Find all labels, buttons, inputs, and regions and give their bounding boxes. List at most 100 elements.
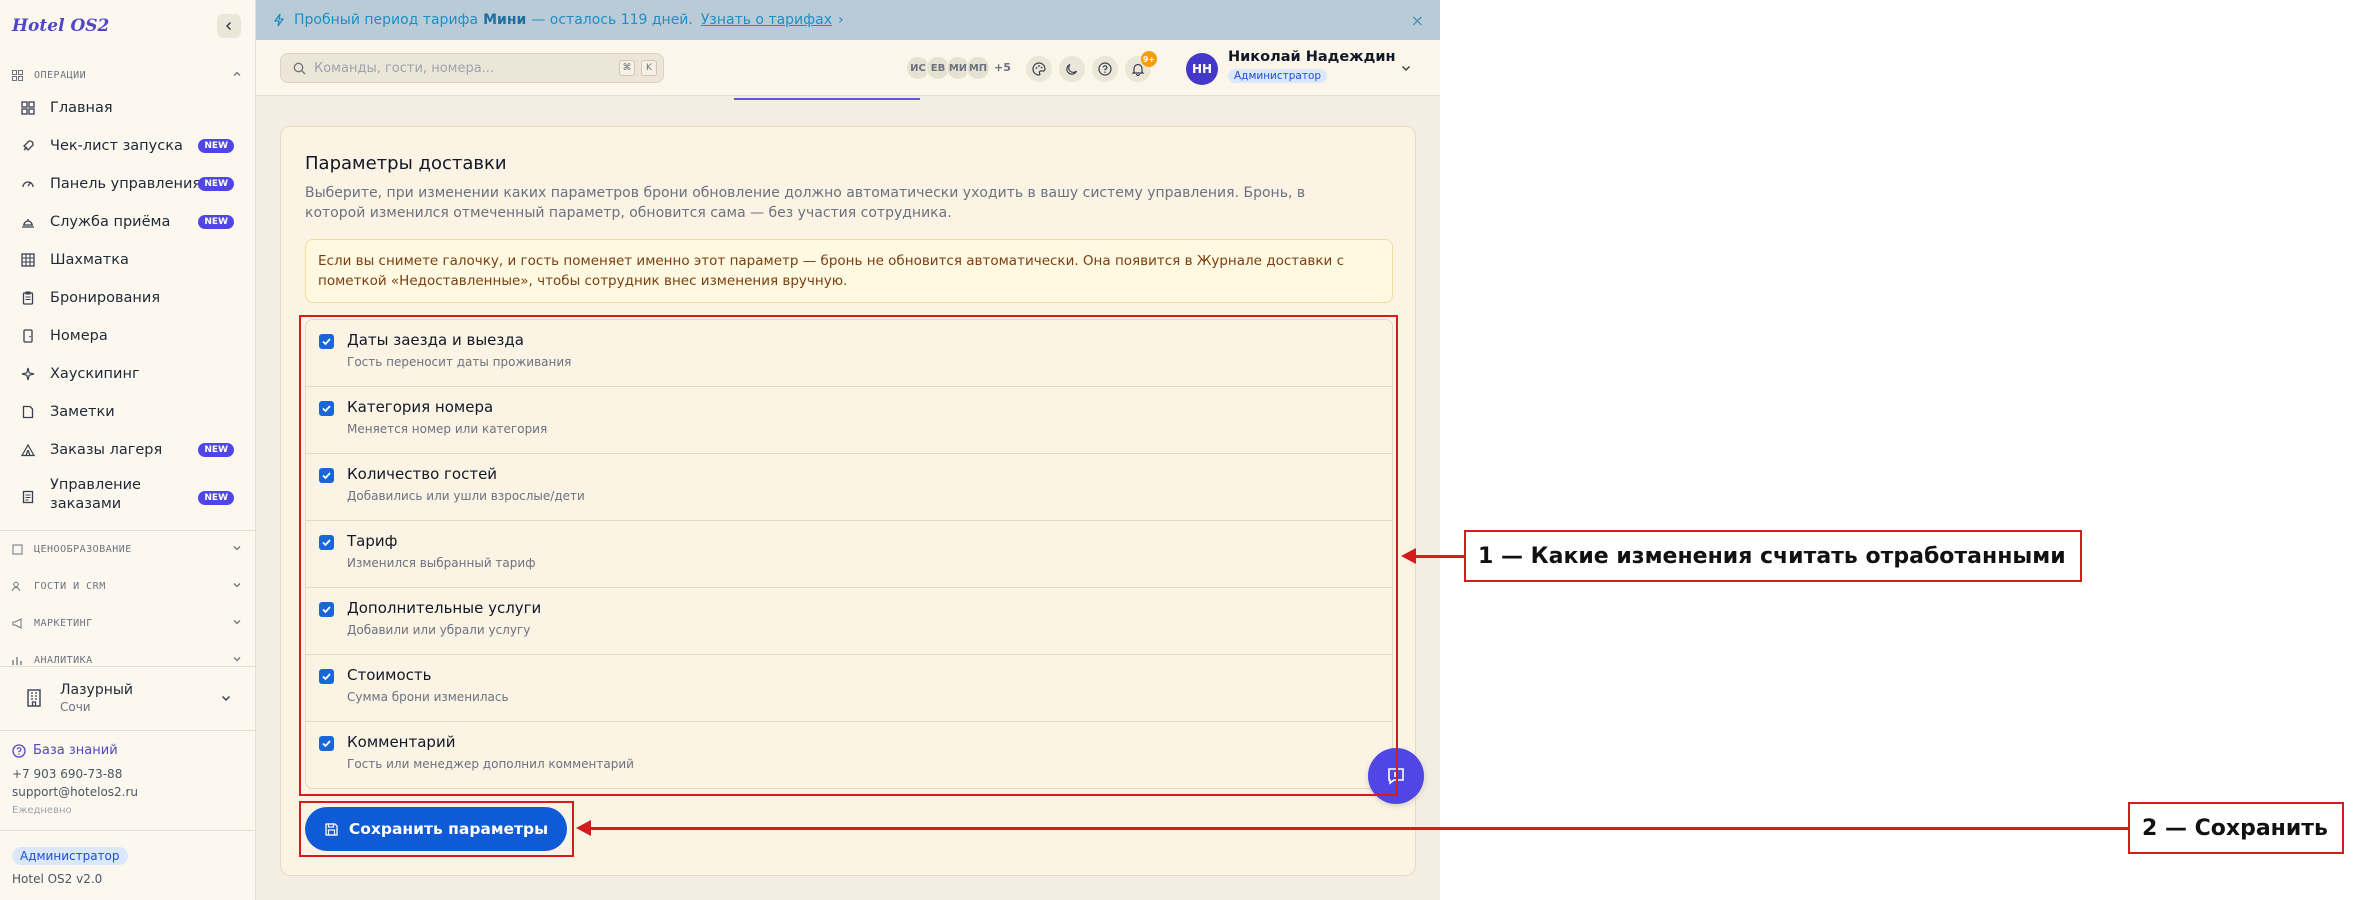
- shortcut-cmd-key: ⌘: [619, 60, 635, 76]
- help-button[interactable]: [1092, 56, 1118, 82]
- new-badge: NEW: [198, 215, 234, 229]
- dark-mode-button[interactable]: [1059, 56, 1085, 82]
- rocket-icon: [20, 138, 36, 154]
- sidebar-item-control-panel[interactable]: Панель управления NEW: [12, 169, 244, 199]
- section-guests-crm[interactable]: ГОСТИ И CRM: [12, 577, 244, 595]
- tariffs-link[interactable]: Узнать о тарифах: [701, 12, 832, 28]
- support-hours: Ежедневно: [12, 805, 72, 816]
- sidebar-item-chessboard[interactable]: Шахматка: [12, 245, 244, 275]
- brand-logo[interactable]: Hotel OS2: [12, 16, 109, 36]
- sidebar-item-notes[interactable]: Заметки: [12, 397, 244, 427]
- banner-plan: Мини: [483, 12, 527, 28]
- sidebar-item-order-management[interactable]: Управление заказами NEW: [12, 476, 244, 522]
- trial-banner: Пробный период тарифа Мини — осталось 11…: [256, 0, 1440, 40]
- section-analytics-clip: АНАЛИТИКА: [0, 648, 256, 666]
- chevron-down-icon[interactable]: [1400, 62, 1412, 74]
- chevron-left-icon: [225, 21, 232, 31]
- banner-suffix: — осталось 119 дней.: [531, 12, 693, 28]
- lightning-icon: [273, 13, 285, 27]
- sidebar-item-label: Главная: [50, 99, 113, 116]
- top-bar: ⌘ K ИС ЕВ МИ МП +5 9+ НН Николай Надежди…: [256, 40, 1440, 96]
- section-label: МАРКЕТИНГ: [34, 617, 93, 629]
- theme-palette-button[interactable]: [1026, 56, 1052, 82]
- tent-icon: [20, 442, 36, 458]
- chevron-down-icon: [233, 620, 241, 625]
- palette-icon: [1032, 62, 1046, 76]
- sidebar-collapse-button[interactable]: [217, 14, 241, 38]
- building-icon: [27, 689, 41, 707]
- sparkle-icon: [20, 366, 36, 382]
- annotation-label-1: 1 — Какие изменения считать отработанным…: [1464, 530, 2082, 582]
- grid-small-icon: [12, 69, 24, 81]
- chart-icon: [12, 654, 24, 666]
- section-analytics[interactable]: АНАЛИТИКА: [12, 651, 244, 666]
- section-marketing[interactable]: МАРКЕТИНГ: [12, 614, 244, 632]
- annotation-line: [1128, 827, 2128, 830]
- divider: [0, 730, 256, 731]
- tag-icon: [12, 543, 24, 555]
- help-circle-icon: [1098, 62, 1112, 76]
- sidebar-item-housekeeping[interactable]: Хаускипинг: [12, 359, 244, 389]
- sidebar-item-label: Номера: [50, 327, 108, 344]
- megaphone-icon: [12, 617, 24, 629]
- search-input[interactable]: [314, 60, 619, 76]
- gauge-icon: [20, 176, 36, 192]
- section-pricing[interactable]: ЦЕНООБРАЗОВАНИЕ: [12, 540, 244, 558]
- divider: [0, 666, 256, 667]
- annotation-label-2: 2 — Сохранить: [2128, 802, 2344, 854]
- sidebar-item-front-desk[interactable]: Служба приёма NEW: [12, 207, 244, 237]
- grid-icon: [20, 252, 36, 268]
- new-badge: NEW: [198, 139, 234, 153]
- chevron-down-icon: [233, 583, 241, 588]
- sidebar-item-label: Заметки: [50, 403, 115, 420]
- user-name[interactable]: Николай Надеждин: [1228, 49, 1396, 65]
- sidebar: Hotel OS2 ОПЕРАЦИИ Главная Чек-лист запу…: [0, 0, 256, 900]
- command-search[interactable]: ⌘ K: [280, 53, 664, 83]
- clipboard-icon: [20, 290, 36, 306]
- sidebar-item-label: Шахматка: [50, 251, 129, 268]
- section-operations[interactable]: ОПЕРАЦИИ: [12, 66, 244, 84]
- chevron-down-icon: [233, 546, 241, 551]
- avatar[interactable]: МП: [966, 56, 990, 80]
- chevron-down-icon: [221, 695, 231, 702]
- new-badge: NEW: [198, 491, 234, 505]
- support-phone[interactable]: +7 903 690-73-88: [12, 767, 122, 781]
- hotel-city: Сочи: [60, 700, 91, 714]
- sidebar-item-label: Хаускипинг: [50, 365, 140, 382]
- section-label: ГОСТИ И CRM: [34, 580, 106, 592]
- online-users[interactable]: ИС ЕВ МИ МП +5: [906, 56, 1011, 80]
- notifications-button[interactable]: 9+: [1125, 51, 1157, 82]
- sidebar-item-camp-orders[interactable]: Заказы лагеря NEW: [12, 435, 244, 465]
- annotation-line: [589, 827, 1128, 830]
- support-email[interactable]: support@hotelos2.ru: [12, 785, 138, 799]
- user-avatar[interactable]: НН: [1186, 53, 1218, 85]
- sidebar-item-label: Управление заказами: [50, 477, 141, 512]
- knowledge-base-link[interactable]: База знаний: [12, 743, 118, 758]
- sidebar-item-launch-checklist[interactable]: Чек-лист запуска NEW: [12, 131, 244, 161]
- close-icon[interactable]: ×: [1411, 11, 1424, 30]
- role-badge: Администратор: [12, 847, 128, 865]
- user-role-badge: Администратор: [1228, 69, 1328, 83]
- sidebar-item-label: Бронирования: [50, 289, 161, 306]
- knowledge-base-label: База знаний: [33, 743, 118, 758]
- new-badge: NEW: [198, 443, 234, 457]
- help-circle-icon: [12, 743, 26, 758]
- section-label: ОПЕРАЦИИ: [34, 69, 87, 81]
- users-icon: [12, 580, 24, 592]
- annotation-box-options: [299, 315, 1398, 796]
- more-users-count[interactable]: +5: [994, 56, 1011, 80]
- section-label: АНАЛИТИКА: [34, 654, 93, 666]
- sidebar-item-rooms[interactable]: Номера: [12, 321, 244, 351]
- sidebar-item-bookings[interactable]: Бронирования: [12, 283, 244, 313]
- annotation-line: [1414, 555, 1464, 558]
- chevron-up-icon: [233, 71, 241, 76]
- active-tab-indicator: [734, 98, 920, 100]
- sidebar-item-home[interactable]: Главная: [12, 93, 244, 123]
- home-grid-icon: [20, 100, 36, 116]
- app-version: Hotel OS2 v2.0: [12, 872, 103, 886]
- warning-alert: Если вы снимете галочку, и гость поменяе…: [305, 239, 1393, 303]
- section-label: ЦЕНООБРАЗОВАНИЕ: [34, 543, 132, 555]
- notification-count-badge: 9+: [1141, 51, 1157, 67]
- card-title: Параметры доставки: [305, 153, 507, 174]
- hotel-selector[interactable]: Лазурный Сочи: [12, 676, 244, 720]
